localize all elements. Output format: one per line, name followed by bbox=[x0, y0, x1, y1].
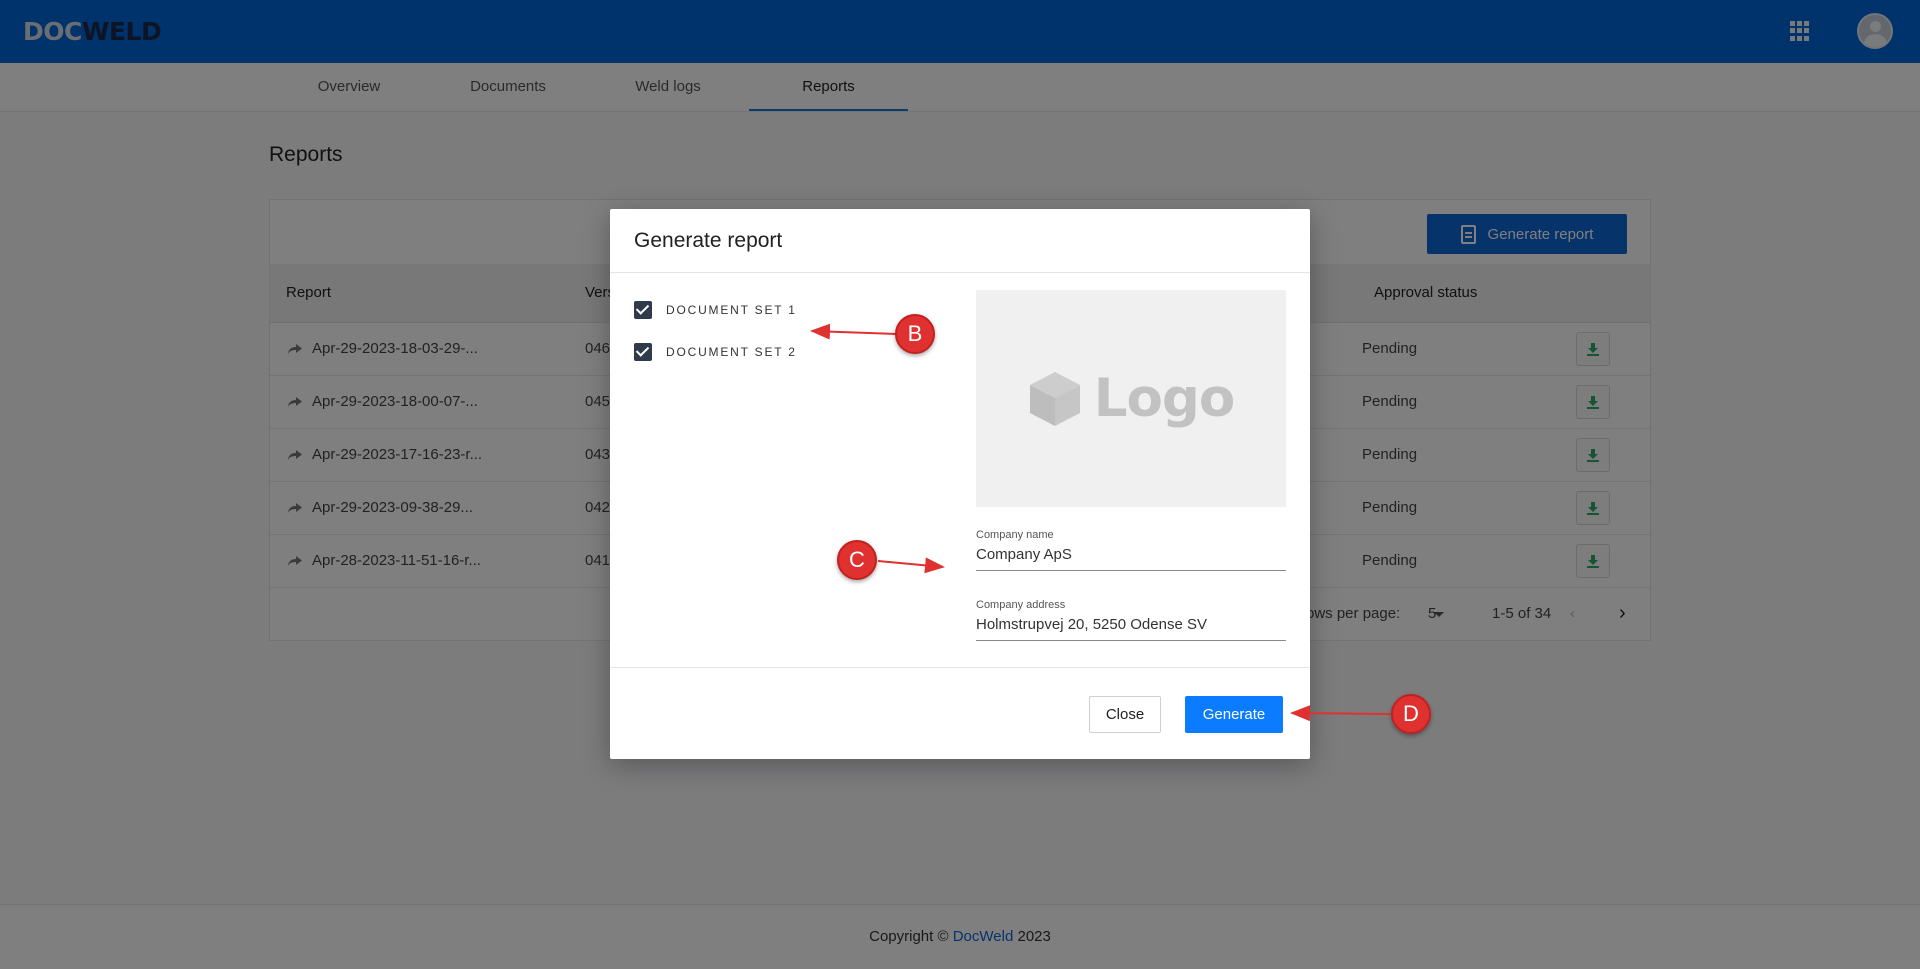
annotation-marker-b: B bbox=[895, 314, 935, 354]
logo-placeholder-text: Logo bbox=[1093, 368, 1236, 429]
document-set-2-label: DOCUMENT SET 2 bbox=[666, 345, 797, 359]
dialog-title: Generate report bbox=[634, 229, 783, 252]
logo-upload-area[interactable]: Logo bbox=[976, 290, 1286, 507]
company-name-label: Company name bbox=[976, 529, 1054, 541]
annotation-marker-c: C bbox=[837, 540, 877, 580]
annotation-marker-d: D bbox=[1391, 694, 1431, 734]
logo-placeholder: Logo bbox=[1028, 368, 1235, 429]
company-address-field[interactable]: Company address Holmstrupvej 20, 5250 Od… bbox=[976, 599, 1286, 641]
divider bbox=[610, 667, 1310, 668]
company-name-field[interactable]: Company name Company ApS bbox=[976, 529, 1286, 571]
cube-icon bbox=[1029, 371, 1080, 426]
checkbox-checked-icon bbox=[634, 343, 652, 361]
company-address-input[interactable]: Holmstrupvej 20, 5250 Odense SV bbox=[976, 616, 1286, 641]
generate-button[interactable]: Generate bbox=[1185, 696, 1283, 733]
generate-report-dialog: Generate report DOCUMENT SET 1 DOCUMENT … bbox=[610, 209, 1310, 759]
document-set-1-label: DOCUMENT SET 1 bbox=[666, 303, 797, 317]
checkbox-checked-icon bbox=[634, 301, 652, 319]
company-name-input[interactable]: Company ApS bbox=[976, 546, 1286, 571]
document-set-1-checkbox[interactable]: DOCUMENT SET 1 bbox=[634, 301, 797, 319]
divider bbox=[610, 272, 1310, 273]
company-address-label: Company address bbox=[976, 599, 1066, 611]
close-button[interactable]: Close bbox=[1089, 696, 1161, 733]
document-set-2-checkbox[interactable]: DOCUMENT SET 2 bbox=[634, 343, 797, 361]
